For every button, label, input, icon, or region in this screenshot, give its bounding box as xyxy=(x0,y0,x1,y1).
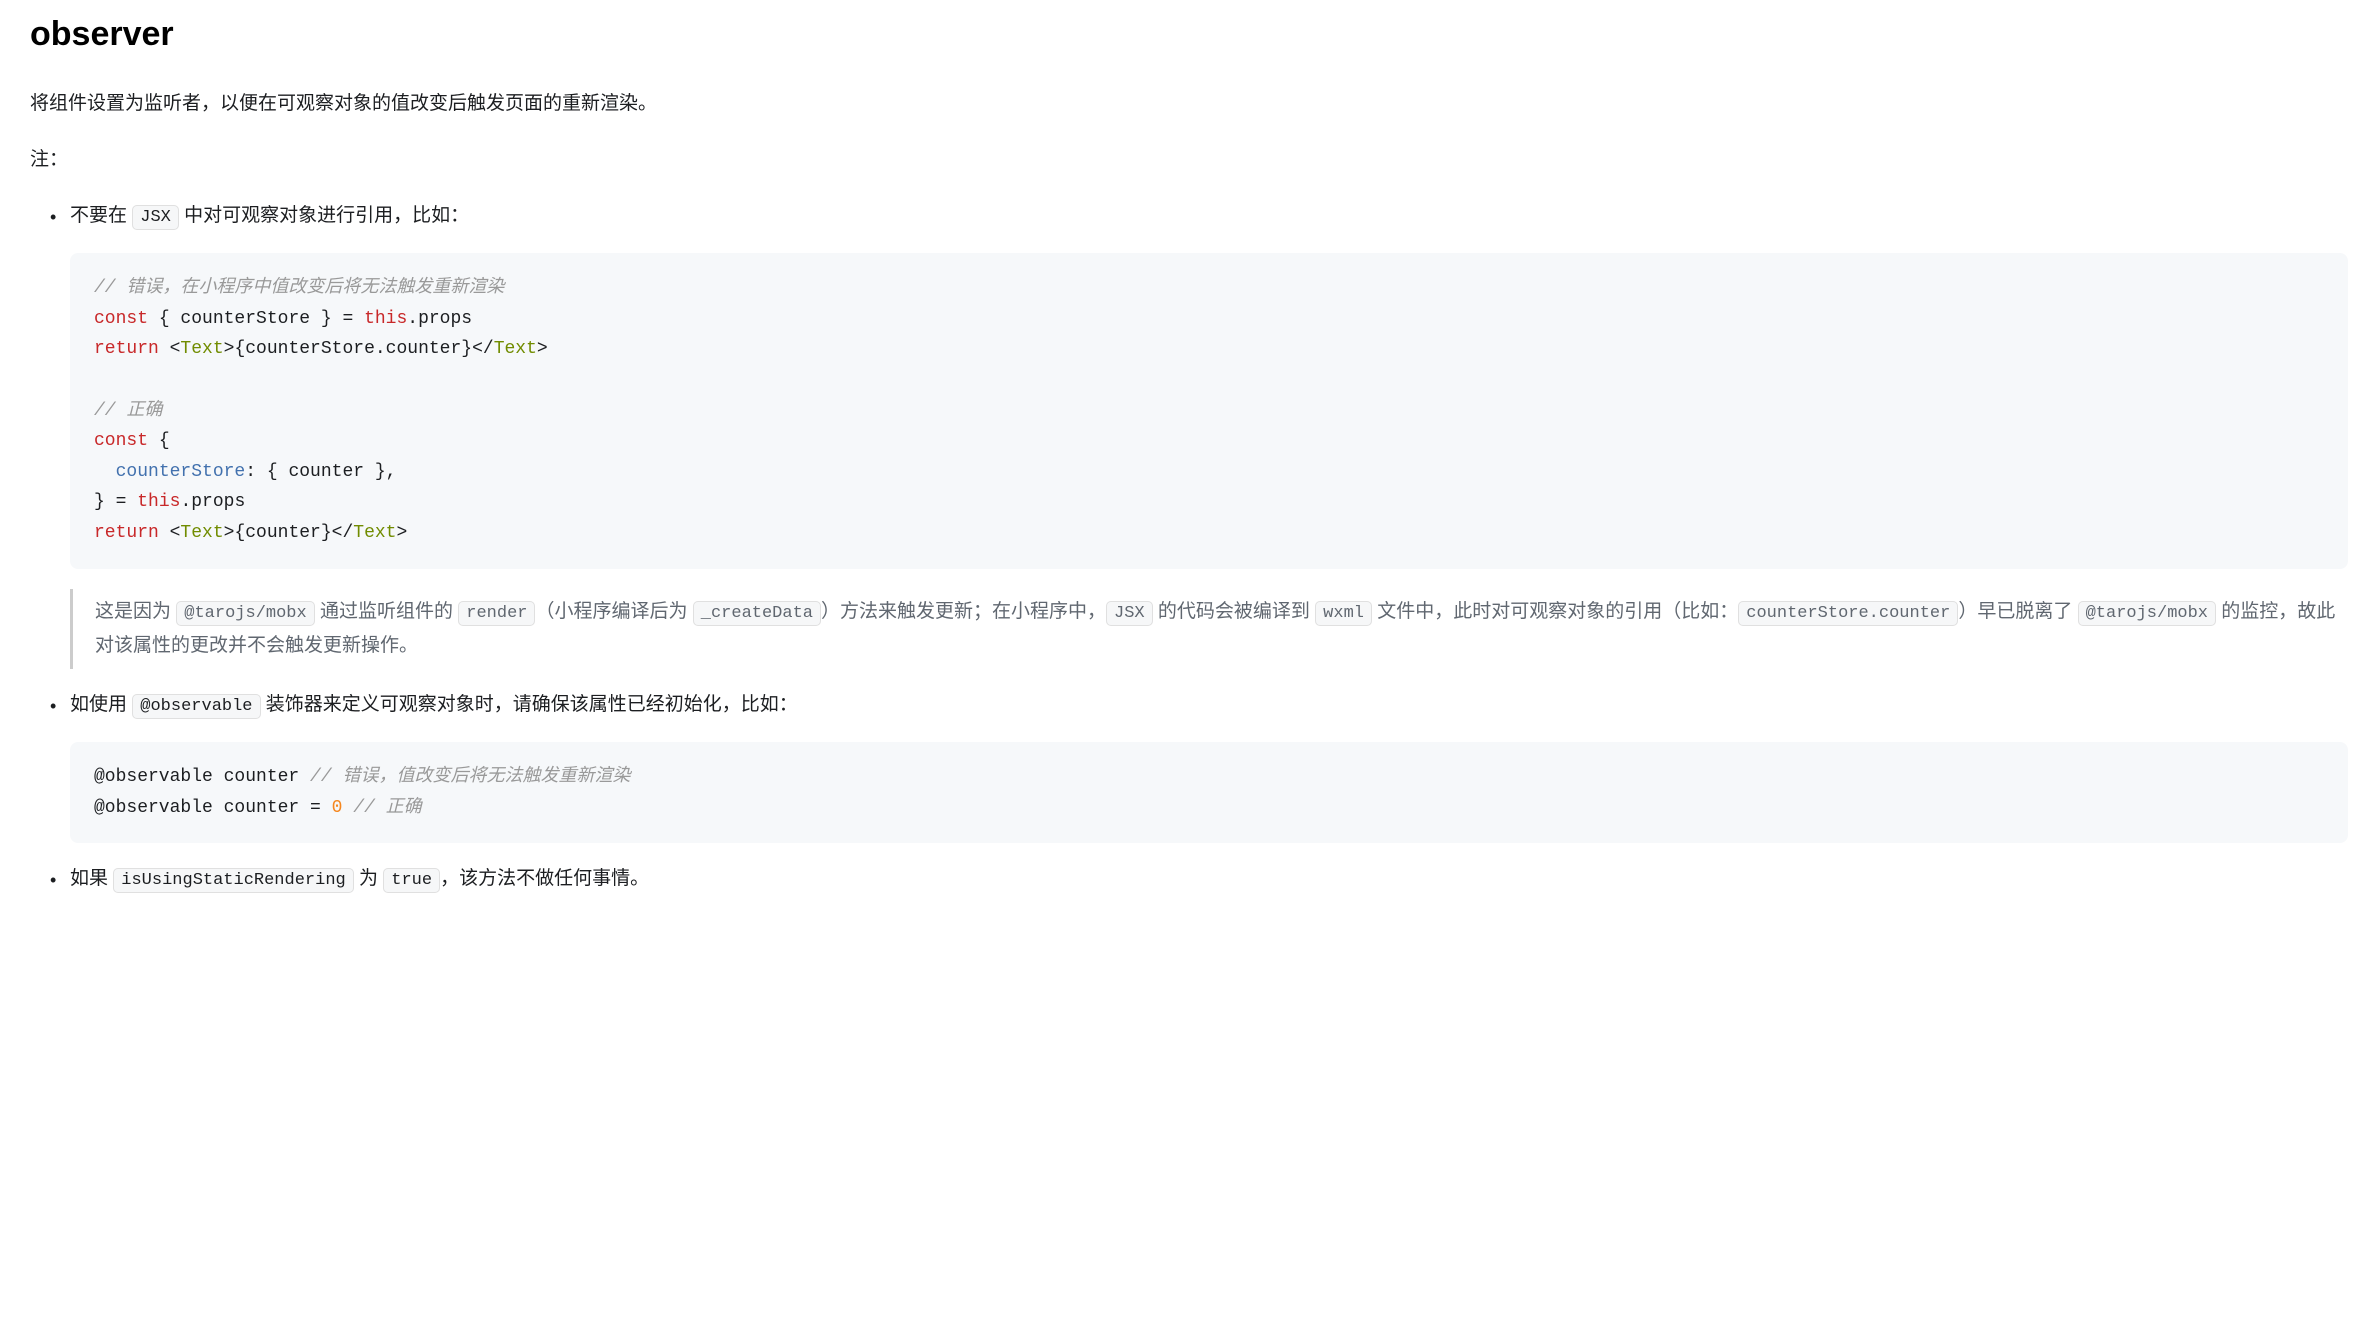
code-keyword: return xyxy=(94,339,159,359)
code-text: { counterStore } = xyxy=(148,309,364,329)
bq-text: 这是因为 xyxy=(95,601,176,622)
note-label: 注： xyxy=(30,144,2348,176)
code-text: : { counter }, xyxy=(245,462,396,482)
intro-paragraph: 将组件设置为监听者，以便在可观察对象的值改变后触发页面的重新渲染。 xyxy=(30,88,2348,120)
code-this: this xyxy=(364,309,407,329)
code-text: < xyxy=(159,523,181,543)
list-item: 如使用 @observable 装饰器来定义可观察对象时，请确保该属性已经初始化… xyxy=(70,689,2348,843)
code-block: // 错误，在小程序中值改变后将无法触发重新渲染 const { counter… xyxy=(70,253,2348,568)
bq-text: 的代码会被编译到 xyxy=(1153,601,1316,622)
code-this: this xyxy=(137,492,180,512)
code-keyword: const xyxy=(94,431,148,451)
code-text: .props xyxy=(407,309,472,329)
code-comment: // 正确 xyxy=(94,401,162,421)
code-text: { xyxy=(148,431,170,451)
code-text: >{counter}</ xyxy=(224,523,354,543)
inline-code: JSX xyxy=(132,205,179,230)
bq-text: ）方法来触发更新；在小程序中， xyxy=(821,601,1106,622)
code-tag: Text xyxy=(353,523,396,543)
blockquote: 这是因为 @tarojs/mobx 通过监听组件的 render（小程序编译后为… xyxy=(70,589,2348,670)
code-text xyxy=(94,462,116,482)
bq-text: （小程序编译后为 xyxy=(535,601,692,622)
inline-code: true xyxy=(383,868,440,893)
inline-code: _createData xyxy=(693,601,821,626)
bq-text: 通过监听组件的 xyxy=(315,601,459,622)
inline-code: @tarojs/mobx xyxy=(2078,601,2216,626)
code-comment: // 错误，在小程序中值改变后将无法触发重新渲染 xyxy=(94,278,504,298)
code-comment: // 正确 xyxy=(353,798,421,818)
bullet-text: 为 xyxy=(354,868,384,889)
inline-code: @tarojs/mobx xyxy=(176,601,314,626)
inline-code: render xyxy=(458,601,535,626)
bullet-text: 装饰器来定义可观察对象时，请确保该属性已经初始化，比如： xyxy=(261,694,798,715)
section-heading: observer xyxy=(30,6,2348,64)
code-text: .props xyxy=(180,492,245,512)
inline-code: JSX xyxy=(1106,601,1153,626)
notes-list: 不要在 JSX 中对可观察对象进行引用，比如： // 错误，在小程序中值改变后将… xyxy=(30,200,2348,896)
code-text: < xyxy=(159,339,181,359)
bq-text: ）早已脱离了 xyxy=(1958,601,2077,622)
inline-code: @observable xyxy=(132,694,260,719)
code-keyword: const xyxy=(94,309,148,329)
code-text: > xyxy=(537,339,548,359)
code-text xyxy=(342,798,353,818)
code-attr: counterStore xyxy=(116,462,246,482)
inline-code: counterStore.counter xyxy=(1738,601,1958,626)
code-tag: Text xyxy=(494,339,537,359)
bullet-text: 如果 xyxy=(70,868,113,889)
bullet-text: 如使用 xyxy=(70,694,132,715)
code-tag: Text xyxy=(180,523,223,543)
code-block: @observable counter // 错误，值改变后将无法触发重新渲染 … xyxy=(70,742,2348,843)
list-item: 不要在 JSX 中对可观察对象进行引用，比如： // 错误，在小程序中值改变后将… xyxy=(70,200,2348,669)
code-text: } = xyxy=(94,492,137,512)
code-text: > xyxy=(396,523,407,543)
code-comment: // 错误，值改变后将无法触发重新渲染 xyxy=(310,767,630,787)
code-keyword: return xyxy=(94,523,159,543)
bq-text: 文件中，此时对可观察对象的引用（比如： xyxy=(1372,601,1738,622)
code-tag: Text xyxy=(180,339,223,359)
bullet-text: ，该方法不做任何事情。 xyxy=(440,868,649,889)
code-text: @observable counter xyxy=(94,767,310,787)
inline-code: isUsingStaticRendering xyxy=(113,868,353,893)
inline-code: wxml xyxy=(1315,601,1372,626)
bullet-text: 不要在 xyxy=(70,205,132,226)
code-number: 0 xyxy=(332,798,343,818)
list-item: 如果 isUsingStaticRendering 为 true，该方法不做任何… xyxy=(70,863,2348,896)
code-text: >{counterStore.counter}</ xyxy=(224,339,494,359)
code-text: @observable counter = xyxy=(94,798,332,818)
bullet-text: 中对可观察对象进行引用，比如： xyxy=(179,205,469,226)
